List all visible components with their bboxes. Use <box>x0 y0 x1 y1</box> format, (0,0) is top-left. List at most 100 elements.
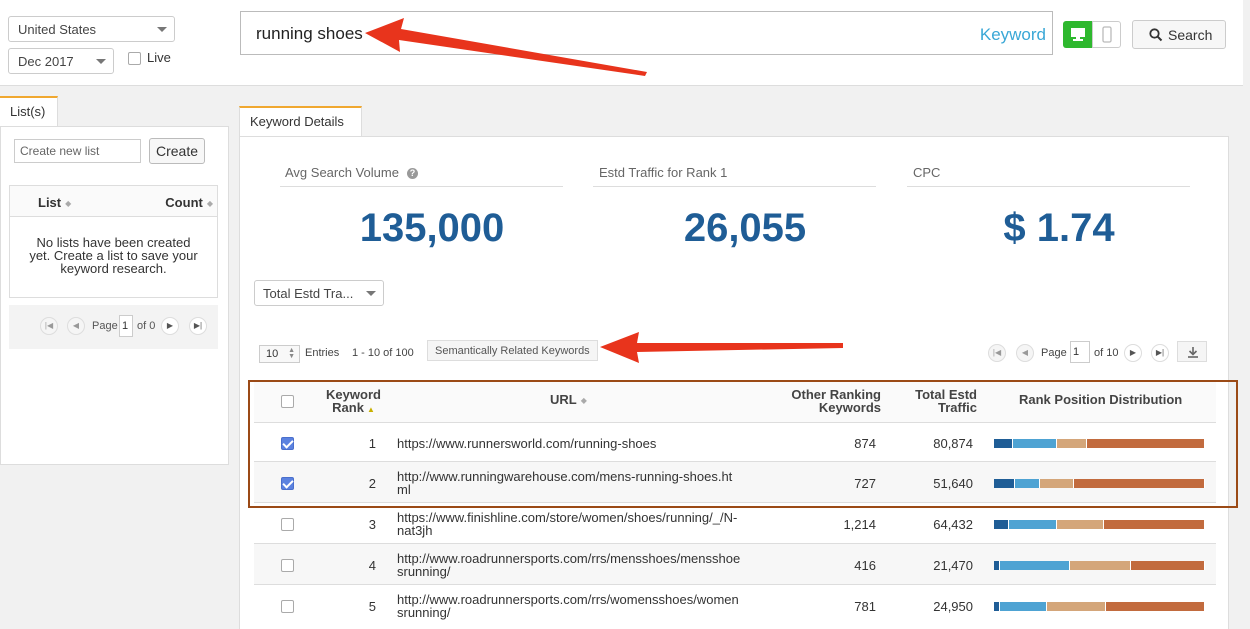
row-other-keywords: 781 <box>854 598 876 614</box>
annotation-arrow <box>600 332 843 363</box>
table-row[interactable]: 5 http://www.roadrunnersports.com/rrs/wom… <box>254 584 1216 625</box>
page-label: Page <box>1041 347 1067 359</box>
new-list-input[interactable]: Create new list <box>14 139 141 163</box>
prev-page-icon[interactable]: ◀ <box>67 317 85 335</box>
metric-select[interactable]: Total Estd Tra... <box>254 280 384 306</box>
prev-page-icon[interactable]: ◀ <box>1016 344 1034 362</box>
lists-table: List ◆ Count ◆ No lists have been created … <box>9 185 218 298</box>
cpc-label: CPC <box>907 165 1190 187</box>
distribution-segment <box>1131 560 1205 570</box>
row-total-traffic: 24,950 <box>933 598 973 614</box>
country-select-value: United States <box>18 22 97 37</box>
distribution-segment <box>1000 601 1047 611</box>
page-label: Page <box>92 320 118 332</box>
next-page-icon[interactable]: ▶ <box>161 317 179 335</box>
page-of-label: of 10 <box>1094 347 1119 359</box>
highlight-box <box>248 380 1238 508</box>
chevron-down-icon <box>157 27 167 32</box>
lists-table-header: List ◆ Count ◆ <box>10 186 217 217</box>
download-icon <box>1188 347 1198 358</box>
lists-pager: |◀ ◀ Page 1 of 0 ▶ ▶| <box>9 305 218 349</box>
first-page-icon[interactable]: |◀ <box>988 344 1006 362</box>
metric-select-value: Total Estd Tra... <box>263 286 354 301</box>
page-input[interactable]: 1 <box>1070 341 1090 363</box>
last-page-icon[interactable]: ▶| <box>1151 344 1169 362</box>
row-other-keywords: 1,214 <box>843 516 876 532</box>
mobile-icon <box>1102 26 1112 43</box>
avg-search-volume-value: 135,000 <box>359 206 505 250</box>
entries-label: Entries <box>305 347 340 359</box>
download-button[interactable] <box>1177 341 1207 362</box>
rank-distribution-bar <box>994 519 1205 529</box>
rank-distribution-bar <box>994 601 1205 611</box>
tab-lists[interactable]: List(s) <box>0 96 58 126</box>
date-select[interactable]: Dec 2017 <box>8 48 114 74</box>
desktop-icon <box>1071 28 1085 41</box>
row-rank: 4 <box>368 557 376 573</box>
col-count-label: Count <box>165 195 203 210</box>
rank-distribution-bar <box>994 560 1205 570</box>
table-row[interactable]: 3 https://www.finishline.com/store/women/… <box>254 502 1216 543</box>
col-list-label: List <box>38 195 62 210</box>
live-checkbox[interactable] <box>128 52 141 65</box>
page-input-value: 1 <box>1073 346 1080 358</box>
live-label: Live <box>147 50 171 65</box>
country-select[interactable]: United States <box>8 16 175 42</box>
page-input-value: 1 <box>122 320 129 332</box>
distribution-segment <box>1046 601 1106 611</box>
chevron-down-icon <box>96 59 106 64</box>
distribution-segment <box>1000 560 1070 570</box>
avg-search-volume-label: Avg Search Volume? <box>280 165 563 187</box>
row-other-keywords: 416 <box>854 557 876 573</box>
row-checkbox[interactable] <box>281 599 294 613</box>
search-mode-label[interactable]: Keyword <box>980 25 1046 45</box>
col-count[interactable]: Count ◆ <box>165 195 213 210</box>
distribution-segment <box>1069 560 1132 570</box>
annotation-arrow <box>365 18 647 76</box>
table-row[interactable]: 4 http://www.roadrunnersports.com/rrs/men… <box>254 543 1216 584</box>
range-label: 1 - 10 of 100 <box>352 347 414 359</box>
search-button[interactable]: Search <box>1132 20 1226 49</box>
first-page-icon[interactable]: |◀ <box>40 317 58 335</box>
next-page-icon[interactable]: ▶ <box>1124 344 1142 362</box>
semantic-keywords-button[interactable]: Semantically Related Keywords <box>427 340 598 361</box>
distribution-segment <box>1105 601 1205 611</box>
desktop-toggle-button[interactable] <box>1063 21 1092 48</box>
date-select-value: Dec 2017 <box>18 54 74 69</box>
lists-panel: Create new list Create List ◆ Count ◆ No l… <box>0 126 229 465</box>
create-list-button[interactable]: Create <box>149 138 206 164</box>
tab-keyword-details[interactable]: Keyword Details <box>239 106 362 136</box>
search-button-label: Search <box>1168 27 1213 43</box>
row-checkbox[interactable] <box>281 558 294 572</box>
row-url[interactable]: http://www.roadrunnersports.com/rrs/mens… <box>397 552 742 578</box>
page-of-label: of 0 <box>137 320 156 332</box>
row-checkbox[interactable] <box>281 517 294 531</box>
row-url[interactable]: http://www.roadrunnersports.com/rrs/wome… <box>397 593 742 619</box>
cpc-value: $ 1.74 <box>1003 206 1115 250</box>
help-icon[interactable]: ? <box>406 168 418 179</box>
sort-icon: ◆ <box>65 199 72 208</box>
chevron-down-icon <box>366 291 376 296</box>
distribution-segment <box>1103 519 1205 529</box>
search-icon <box>1149 28 1163 42</box>
distribution-segment <box>994 519 1009 529</box>
estd-traffic-value: 26,055 <box>683 206 807 250</box>
avg-search-volume-text: Avg Search Volume <box>285 165 399 180</box>
tab-lists-label: List(s) <box>10 104 46 119</box>
mobile-toggle-button[interactable] <box>1092 21 1121 48</box>
col-list[interactable]: List ◆ <box>38 195 71 210</box>
empty-lists-message: No lists have been created yet. Create a… <box>29 235 198 276</box>
row-url[interactable]: https://www.finishline.com/store/women/s… <box>397 511 742 537</box>
last-page-icon[interactable]: ▶| <box>189 317 207 335</box>
row-total-traffic: 64,432 <box>933 516 973 532</box>
new-list-placeholder: Create new list <box>20 144 100 158</box>
semantic-keywords-button-label: Semantically Related Keywords <box>435 345 590 357</box>
page-input[interactable]: 1 <box>119 315 133 337</box>
entries-select[interactable]: 10 ▲ ▼ <box>259 345 300 363</box>
tab-keyword-details-label: Keyword Details <box>250 114 344 129</box>
distribution-segment <box>1008 519 1058 529</box>
row-total-traffic: 21,470 <box>933 557 973 573</box>
estd-traffic-label: Estd Traffic for Rank 1 <box>593 165 876 187</box>
row-rank: 5 <box>368 598 376 614</box>
stepper-icon: ▲ ▼ <box>288 347 295 360</box>
